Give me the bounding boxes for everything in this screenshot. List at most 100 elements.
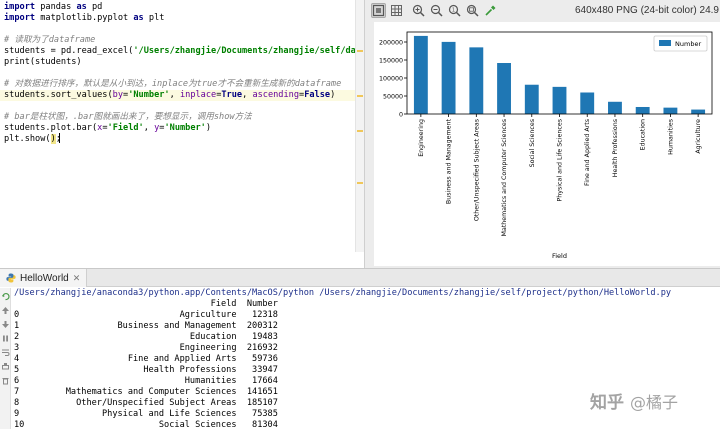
code-token: ) — [205, 123, 212, 133]
console-table-row: 10 Social Sciences 81304 — [14, 420, 714, 429]
console-row-index: 10 — [14, 420, 25, 429]
x-tick-label: Agriculture — [695, 119, 702, 154]
code-line[interactable]: # bar是柱状图，.bar图就画出来了，要想显示，调用show方法 — [0, 112, 364, 123]
console-field-value: Other/Unspecified Subject Areas — [24, 398, 237, 408]
print-icon[interactable] — [1, 362, 10, 371]
run-tab-label: HelloWorld — [20, 272, 69, 284]
code-token: import — [4, 13, 36, 23]
zoom-out-icon[interactable] — [429, 3, 444, 18]
code-line[interactable] — [0, 68, 364, 79]
code-token: # 对数据进行排序，默认是从小到达，inplace为true才不会重新生成新的d… — [4, 79, 342, 89]
code-line[interactable]: students.plot.bar(x='Field', y='Number') — [0, 123, 364, 134]
console-field-value: Social Sciences — [24, 420, 237, 429]
down-arrow-icon[interactable] — [1, 320, 10, 329]
code-token: 'Field' — [107, 123, 144, 133]
console-field-value: Humanities — [24, 376, 237, 386]
y-tick-label: 0 — [399, 112, 403, 119]
x-tick-label: Education — [640, 119, 647, 150]
rerun-icon[interactable] — [1, 292, 10, 301]
svg-text:1: 1 — [452, 8, 455, 14]
plot-toolbar: 1 640x480 PNG (24-bit color) 24.9 — [365, 0, 720, 22]
console-row-index: 1 — [14, 321, 25, 331]
console-number-value: 19483 — [236, 332, 278, 342]
editor-scrollbar[interactable] — [355, 0, 364, 252]
bar-0 — [413, 35, 428, 114]
bar-1 — [441, 41, 456, 114]
code-token: import — [4, 2, 36, 12]
console-number-value: 81304 — [236, 420, 278, 429]
actual-size-icon[interactable]: 1 — [447, 3, 462, 18]
code-token: False — [304, 90, 331, 100]
code-token: matplotlib.pyplot — [35, 13, 134, 23]
console-table-row: 2 Education 19483 — [14, 332, 714, 343]
code-token: 'Number' — [164, 123, 206, 133]
code-line[interactable]: import matplotlib.pyplot as plt — [0, 13, 364, 24]
code-line[interactable]: # 读取为了dataframe — [0, 35, 364, 46]
console-row-index: 7 — [14, 387, 25, 397]
run-tab-bar: HelloWorld ✕ — [0, 269, 720, 287]
x-tick-label: Humanities — [667, 119, 674, 155]
console-row-index: 0 — [14, 310, 25, 320]
code-line[interactable]: # 对数据进行排序，默认是从小到达，inplace为true才不会重新生成新的d… — [0, 79, 364, 90]
fit-icon[interactable] — [371, 3, 386, 18]
code-line[interactable]: print(students) — [0, 57, 364, 68]
x-tick-label: Other/Unspecified Subject Areas — [473, 119, 480, 221]
grid-icon[interactable] — [389, 3, 404, 18]
console-table-row: 1 Business and Management 200312 — [14, 321, 714, 332]
wrap-icon[interactable] — [1, 348, 10, 357]
code-line[interactable]: students.sort_values(by='Number', inplac… — [0, 90, 364, 101]
bar-5 — [552, 86, 567, 114]
python-icon — [6, 273, 16, 283]
code-line[interactable]: import pandas as pd — [0, 2, 364, 13]
pause-icon[interactable] — [1, 334, 10, 343]
plot-viewer: 1 640x480 PNG (24-bit color) 24.9 0 50000… — [364, 0, 720, 268]
warning-marker[interactable] — [357, 95, 363, 97]
code-line[interactable]: plt.show(); — [0, 134, 364, 145]
zoom-fit-icon[interactable] — [465, 3, 480, 18]
code-line[interactable] — [0, 101, 364, 112]
zoom-in-icon[interactable] — [411, 3, 426, 18]
y-tick-label: 100000 — [379, 76, 403, 83]
console-table-row: 4 Fine and Applied Arts 59736 — [14, 354, 714, 365]
y-tick-label: 200000 — [379, 40, 403, 47]
watermark-author: @橘子 — [630, 392, 679, 412]
code-token: students.plot.bar( — [4, 123, 98, 133]
x-tick-label: Engineering — [418, 119, 425, 157]
warning-marker[interactable] — [357, 130, 363, 132]
code-token: 'Number' — [128, 90, 170, 100]
x-tick-label: Mathematics and Computer Sciences — [501, 119, 508, 236]
console-field-value: Health Professions — [24, 365, 237, 375]
console-number-value: 200312 — [236, 321, 278, 331]
warning-marker[interactable] — [357, 50, 363, 52]
console-table-row: 6 Humanities 17664 — [14, 376, 714, 387]
console-table-row: 3 Engineering 216932 — [14, 343, 714, 354]
up-arrow-icon[interactable] — [1, 306, 10, 315]
console-command: /Users/zhangjie/anaconda3/python.app/Con… — [14, 288, 672, 298]
code-token: # 读取为了 — [4, 35, 49, 45]
code-token: '/Users/zhangjie/Documents/zhangjie/self… — [133, 46, 364, 56]
console-field-value: Fine and Applied Arts — [24, 354, 237, 364]
legend-swatch — [659, 40, 671, 46]
code-line[interactable] — [0, 24, 364, 35]
warning-marker[interactable] — [357, 182, 363, 184]
code-token: True — [221, 90, 243, 100]
y-tick-label: 150000 — [379, 58, 403, 65]
console-number-value: 59736 — [236, 354, 278, 364]
console-field-value: Engineering — [24, 343, 237, 353]
console-number-value: 17664 — [236, 376, 278, 386]
bar-8 — [635, 106, 650, 114]
bar-6 — [580, 92, 595, 114]
code-editor[interactable]: import pandas as pd import matplotlib.pyp… — [0, 0, 364, 252]
console-number-value: 75385 — [236, 409, 278, 419]
code-token: students = pd.read_excel( — [4, 46, 134, 56]
run-tab[interactable]: HelloWorld ✕ — [0, 269, 88, 287]
code-line[interactable]: students = pd.read_excel('/Users/zhangji… — [0, 46, 364, 57]
code-token: as — [76, 2, 87, 12]
color-picker-icon[interactable] — [483, 3, 498, 18]
x-tick-label: Fine and Applied Arts — [584, 119, 591, 186]
close-icon[interactable]: ✕ — [73, 273, 81, 284]
console-row-index: 9 — [14, 409, 25, 419]
code-token: plt.show( — [4, 134, 51, 144]
bar-chart: 0 50000 100000 150000 200000 Engineering Busin… — [379, 31, 713, 260]
trash-icon[interactable] — [1, 376, 10, 385]
